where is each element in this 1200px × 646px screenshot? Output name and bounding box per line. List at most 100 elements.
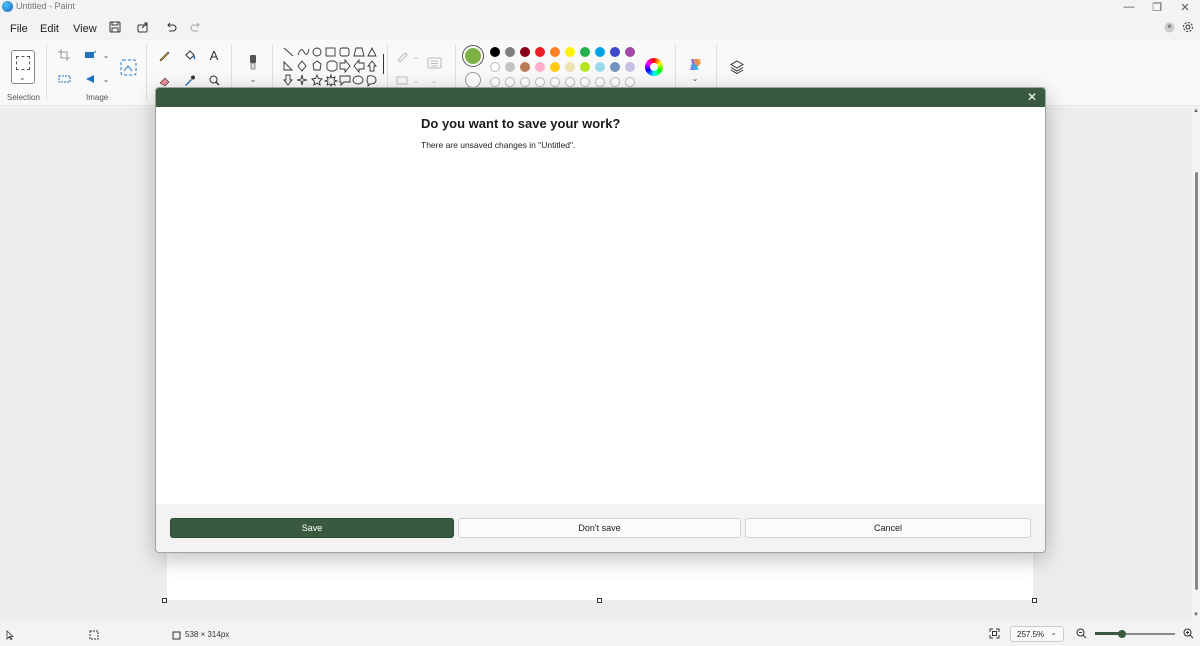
color-swatch[interactable] [550, 62, 560, 72]
shapes-scrollbar[interactable] [383, 54, 384, 74]
brush-icon[interactable] [245, 53, 261, 71]
canvas-resize-handle[interactable] [597, 598, 602, 603]
color-swatch[interactable] [535, 62, 545, 72]
fill-dropdown-chevron-icon[interactable]: ⌄ [408, 72, 424, 88]
custom-color-slot[interactable] [625, 77, 635, 87]
zoom-slider-thumb[interactable] [1118, 630, 1126, 638]
selection-tool-button[interactable]: ⌄ [11, 50, 35, 84]
primary-color-swatch [465, 48, 481, 64]
pencil-icon[interactable] [156, 47, 172, 63]
color-swatch[interactable] [565, 47, 575, 57]
line-size-icon[interactable] [426, 55, 444, 71]
cancel-button[interactable]: Cancel [745, 518, 1031, 538]
custom-color-slot[interactable] [580, 77, 590, 87]
canvas-size-icon [172, 629, 181, 643]
save-changes-dialog: ✕ Do you want to save your work? There a… [155, 87, 1046, 553]
outline-dropdown-chevron-icon[interactable]: ⌄ [408, 48, 424, 64]
ribbon-divider [46, 44, 47, 100]
share-icon[interactable] [135, 19, 151, 35]
canvas-size-text: 538 × 314px [185, 630, 230, 639]
background-removal-icon[interactable] [119, 58, 137, 76]
ribbon-divider [146, 44, 147, 100]
zoom-dropdown-chevron-icon: ⌄ [1050, 628, 1057, 637]
color-swatch[interactable] [610, 62, 620, 72]
custom-color-slot[interactable] [520, 77, 530, 87]
account-icon[interactable] [1161, 19, 1177, 35]
vertical-scrollbar-thumb[interactable] [1195, 172, 1198, 590]
brush-dropdown-chevron-icon[interactable]: ⌄ [245, 71, 261, 87]
rotate-dropdown-chevron-icon[interactable]: ⌄ [98, 71, 114, 87]
fill-bucket-icon[interactable] [181, 47, 197, 63]
custom-color-slot[interactable] [505, 77, 515, 87]
save-button[interactable]: Save [170, 518, 454, 538]
line-size-chevron-icon[interactable]: ⌄ [426, 72, 442, 88]
menu-view[interactable]: View [71, 21, 99, 37]
color-swatch[interactable] [595, 47, 605, 57]
color-swatch[interactable] [610, 47, 620, 57]
color-swatch[interactable] [520, 62, 530, 72]
dialog-title: Do you want to save your work? [421, 116, 621, 131]
image-group-label: Image [86, 93, 109, 102]
dialog-message: There are unsaved changes in "Untitled". [421, 140, 576, 150]
rotate-icon[interactable] [82, 71, 98, 87]
color-swatch[interactable] [535, 47, 545, 57]
resize-dropdown-chevron-icon[interactable]: ⌄ [98, 47, 114, 63]
window-title: Untitled - Paint [16, 1, 76, 11]
primary-color-selector[interactable] [462, 45, 484, 67]
save-icon[interactable] [107, 19, 123, 35]
dialog-close-icon[interactable]: ✕ [1025, 90, 1039, 104]
color-swatch[interactable] [625, 47, 635, 57]
image-select-icon[interactable] [56, 71, 72, 87]
custom-color-slot[interactable] [610, 77, 620, 87]
zoom-out-icon[interactable] [1076, 628, 1087, 642]
color-swatch[interactable] [565, 62, 575, 72]
canvas-resize-handle[interactable] [162, 598, 167, 603]
dont-save-button[interactable]: Don't save [458, 518, 741, 538]
menu-edit[interactable]: Edit [38, 21, 61, 37]
zoom-in-icon[interactable] [1183, 628, 1194, 642]
redo-icon[interactable] [188, 19, 204, 35]
color-palette [489, 46, 639, 90]
color-swatch[interactable] [490, 62, 500, 72]
custom-color-slot[interactable] [535, 77, 545, 87]
shapes-gallery[interactable] [282, 46, 382, 88]
zoom-level-text: 257.5% [1017, 629, 1045, 639]
color-swatch[interactable] [490, 47, 500, 57]
color-swatch[interactable] [580, 47, 590, 57]
scroll-up-arrow-icon[interactable]: ▲ [1193, 108, 1199, 114]
scroll-down-arrow-icon[interactable]: ▼ [1193, 612, 1199, 618]
custom-color-slot[interactable] [490, 77, 500, 87]
magnifier-icon[interactable] [206, 72, 222, 88]
secondary-color-selector[interactable] [465, 72, 481, 88]
color-swatch[interactable] [505, 47, 515, 57]
color-swatch[interactable] [550, 47, 560, 57]
fit-to-window-icon[interactable] [989, 628, 1000, 642]
minimize-button[interactable]: — [1115, 0, 1143, 14]
drawing-canvas[interactable] [167, 550, 1033, 600]
dialog-header-bar [156, 88, 1045, 107]
selection-size-icon [89, 629, 99, 643]
resize-icon[interactable] [82, 47, 98, 63]
edit-colors-icon[interactable] [645, 58, 663, 76]
custom-color-slot[interactable] [550, 77, 560, 87]
color-swatch[interactable] [580, 62, 590, 72]
close-window-button[interactable]: ✕ [1171, 0, 1199, 14]
color-swatch[interactable] [625, 62, 635, 72]
eraser-icon[interactable] [156, 72, 172, 88]
layers-icon[interactable] [728, 58, 746, 76]
settings-gear-icon[interactable] [1180, 19, 1196, 35]
color-picker-icon[interactable] [181, 72, 197, 88]
color-swatch[interactable] [520, 47, 530, 57]
color-swatch[interactable] [595, 62, 605, 72]
restore-button[interactable]: ❐ [1143, 0, 1171, 14]
menu-file[interactable]: File [8, 21, 30, 37]
undo-icon[interactable] [163, 19, 179, 35]
color-swatch[interactable] [505, 62, 515, 72]
crop-icon[interactable] [56, 47, 72, 63]
text-tool-icon[interactable]: A [206, 47, 222, 63]
custom-color-slot[interactable] [595, 77, 605, 87]
zoom-level-dropdown[interactable]: 257.5% ⌄ [1010, 626, 1064, 642]
canvas-resize-handle[interactable] [1032, 598, 1037, 603]
custom-color-slot[interactable] [565, 77, 575, 87]
copilot-dropdown-chevron-icon[interactable]: ⌄ [687, 70, 703, 86]
